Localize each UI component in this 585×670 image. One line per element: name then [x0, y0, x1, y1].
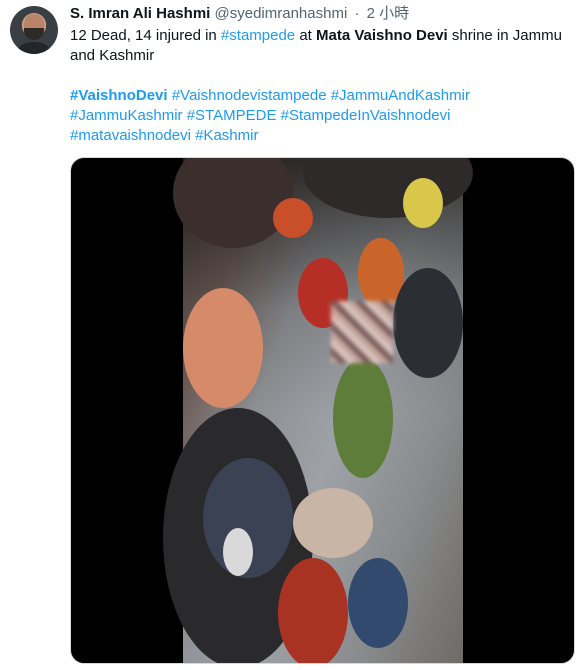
- tweet-text: 12 Dead, 14 injured in #stampede at Mata…: [70, 26, 570, 146]
- tweet-card[interactable]: S. Imran Ali Hashmi @syedimranhashmi · 2…: [0, 0, 585, 670]
- hashtag-link[interactable]: #Vaishnodevistampede: [172, 87, 327, 104]
- hashtag-link[interactable]: #VaishnoDevi: [70, 87, 168, 104]
- hashtag-link[interactable]: #JammuAndKashmir: [331, 87, 470, 104]
- tweet-text-part: 12 Dead, 14 injured in: [70, 27, 221, 44]
- hashtag-list: #VaishnoDevi #Vaishnodevistampede #Jammu…: [70, 86, 570, 146]
- hashtag-link[interactable]: #Kashmir: [195, 127, 258, 144]
- video-frame[interactable]: [163, 158, 473, 663]
- tweet-text-bold: Mata Vaishno Devi: [316, 27, 448, 44]
- separator-dot: ·: [354, 5, 360, 22]
- tweet-header: S. Imran Ali Hashmi @syedimranhashmi · 2…: [70, 4, 409, 24]
- tweet-text-part: at: [295, 27, 317, 44]
- avatar[interactable]: [10, 6, 58, 54]
- hashtag-link[interactable]: #StampedeInVaishnodevi: [281, 107, 451, 124]
- hashtag-link[interactable]: #JammuKashmir: [70, 107, 183, 124]
- author-name[interactable]: S. Imran Ali Hashmi: [70, 5, 210, 22]
- video-player[interactable]: [70, 157, 575, 664]
- hashtag-link[interactable]: #STAMPEDE: [187, 107, 277, 124]
- hashtag-link[interactable]: #matavaishnodevi: [70, 127, 191, 144]
- hashtag-link[interactable]: #stampede: [221, 27, 295, 44]
- tweet-timestamp[interactable]: 2 小時: [367, 5, 410, 22]
- blurred-face: [331, 301, 393, 363]
- author-handle[interactable]: @syedimranhashmi: [215, 5, 348, 22]
